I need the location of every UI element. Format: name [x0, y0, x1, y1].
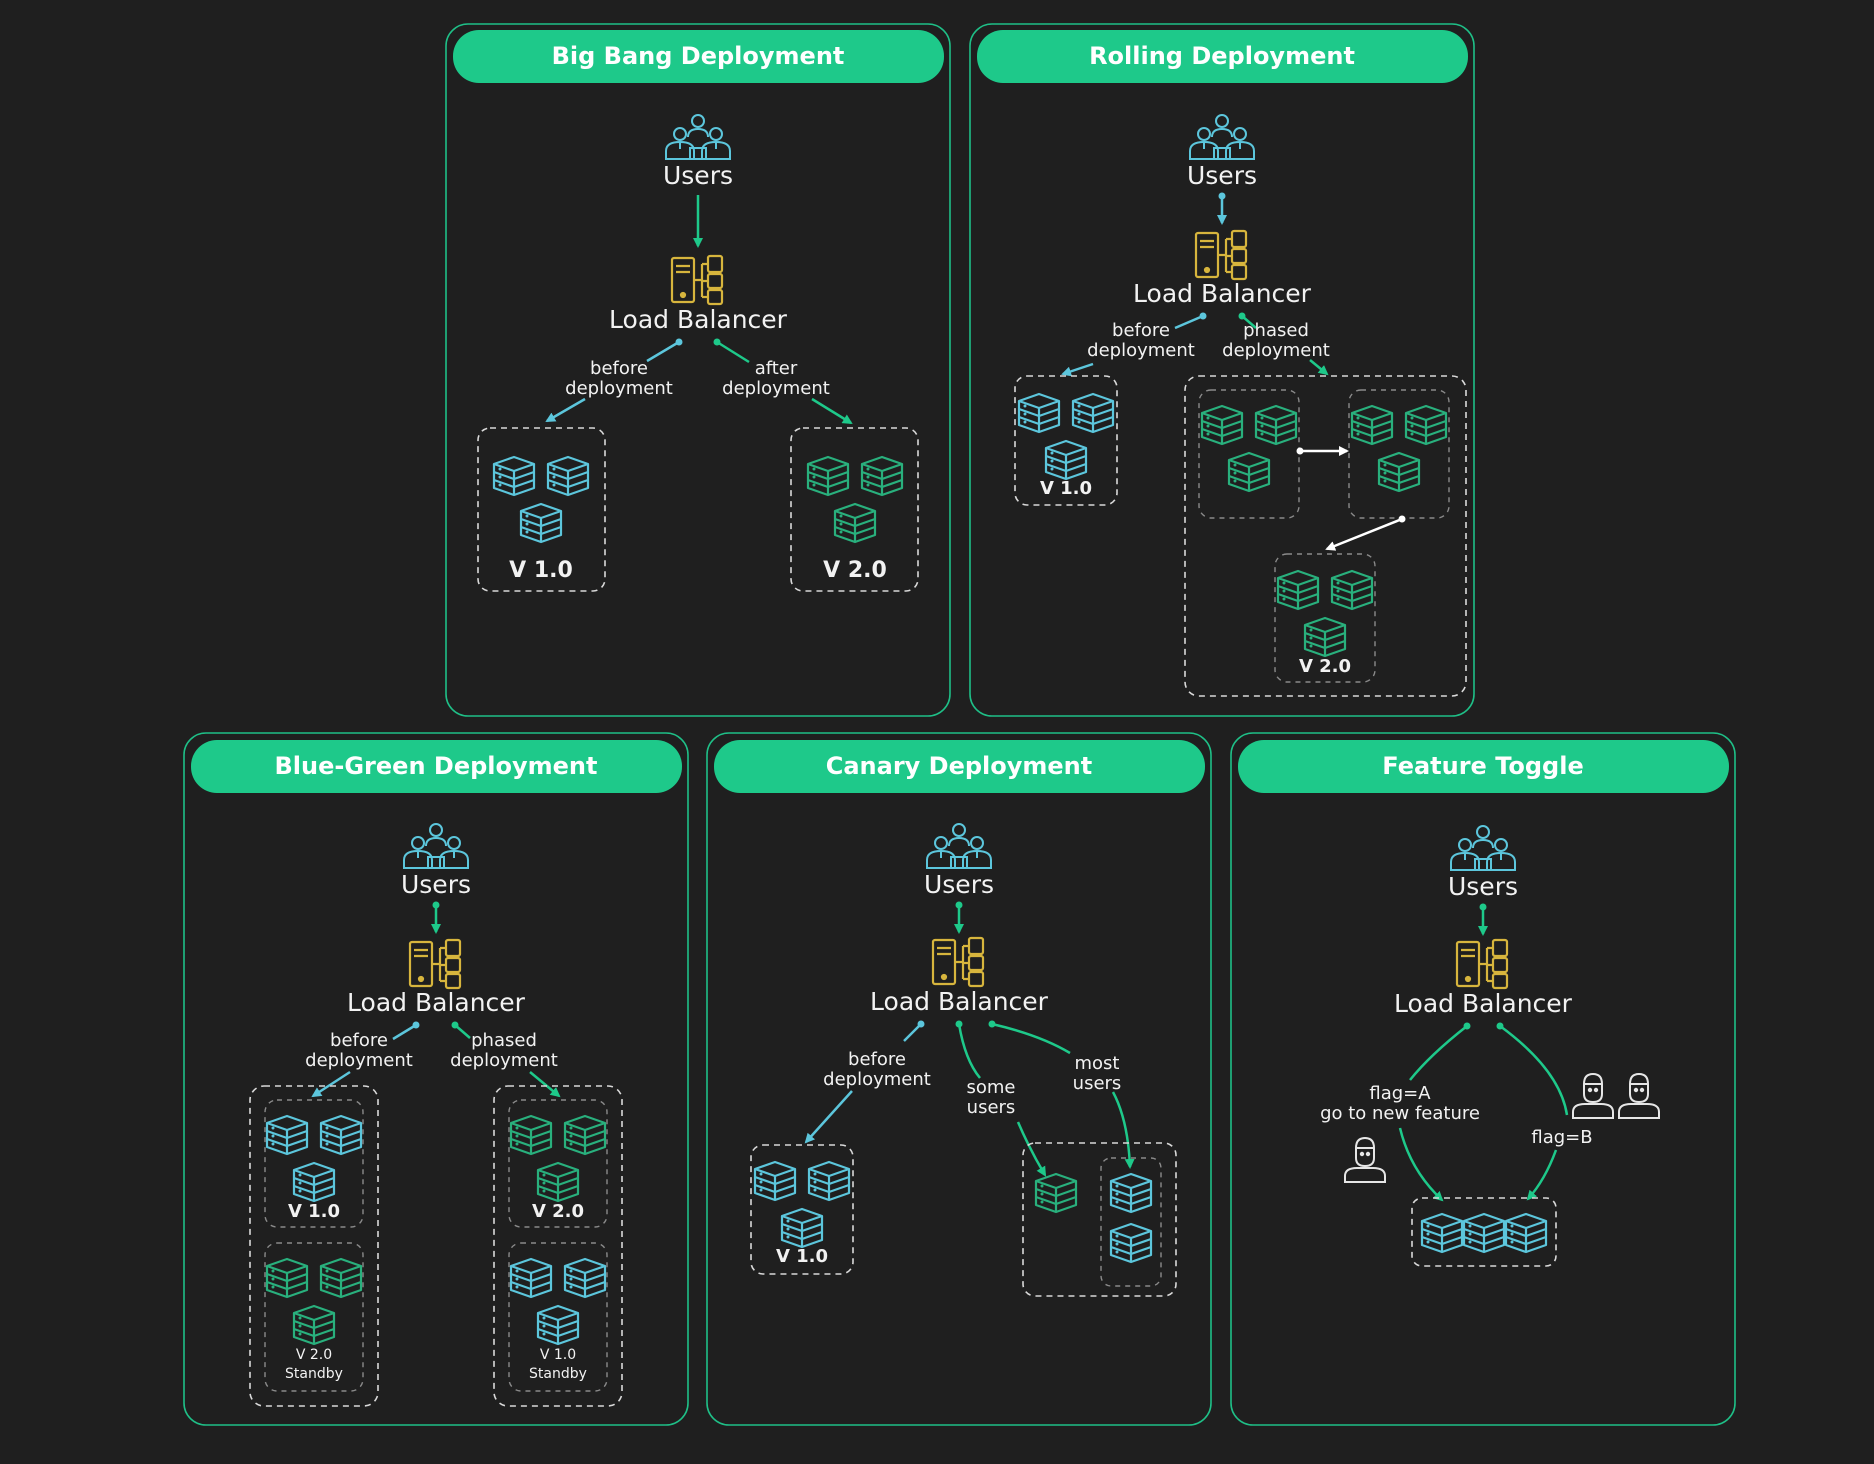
before-arrow [1061, 362, 1094, 377]
after-arrow [811, 397, 853, 425]
server-stack-icon [1352, 406, 1446, 491]
users-group-icon [926, 823, 992, 869]
load-balancer-label: Load Balancer [347, 988, 526, 1017]
before-label: before [848, 1049, 906, 1070]
deployment-label: deployment [305, 1050, 413, 1071]
load-balancer-icon [408, 938, 462, 990]
canary-group-box [1022, 1142, 1177, 1297]
standby-label: Standby [529, 1366, 587, 1382]
load-balancer-label: Load Balancer [870, 987, 1049, 1016]
deployment-label: deployment [450, 1050, 558, 1071]
panel-canary: Canary Deployment Users Load Balancer be… [706, 732, 1212, 1426]
some-users-label: some [967, 1077, 1016, 1098]
some-users-label-2: users [967, 1097, 1016, 1118]
phase-arrow [1325, 517, 1403, 551]
users-group-icon [1189, 114, 1255, 160]
user-icon [1618, 1073, 1660, 1119]
before-label: before [1112, 320, 1170, 341]
phased-arrow [1309, 359, 1329, 376]
server-stack-icon [511, 1259, 605, 1344]
server-stack-icon [1109, 1172, 1153, 1214]
load-balancer-icon [1455, 938, 1509, 990]
load-balancer-label: Load Balancer [609, 305, 788, 334]
active-version-label: V 2.0 [532, 1201, 584, 1222]
flag-b-arrow [1526, 1149, 1558, 1201]
deployment-label: deployment [1087, 340, 1195, 361]
most-users-label: most [1075, 1053, 1120, 1074]
load-balancer-label: Load Balancer [1394, 989, 1573, 1018]
load-balancer-icon [1194, 229, 1248, 281]
most-users-arrow [1111, 1091, 1135, 1169]
users-group-icon [665, 114, 731, 160]
panel-title: Canary Deployment [826, 752, 1093, 780]
v2-label: V 2.0 [823, 558, 887, 583]
phased-label: phased [471, 1030, 537, 1051]
most-users-label-2: users [1073, 1073, 1122, 1094]
before-arrow [311, 1070, 351, 1098]
panel-border [1230, 732, 1736, 1426]
server-stack-icon [494, 457, 588, 542]
before-arrow [804, 1090, 853, 1144]
some-users-arrow [1016, 1121, 1047, 1177]
before-label: before [590, 358, 648, 379]
active-version-label: V 1.0 [288, 1201, 340, 1222]
standby-label: Standby [285, 1366, 343, 1382]
deployment-label: deployment [823, 1069, 931, 1090]
after-label: after [755, 358, 798, 379]
panel-title: Rolling Deployment [1089, 42, 1355, 70]
users-label: Users [924, 870, 994, 899]
before-label: before [330, 1030, 388, 1051]
server-stack-icon [1019, 394, 1113, 479]
panel-title: Big Bang Deployment [552, 42, 845, 70]
panel-blue-green: Blue-Green Deployment Users Load Balance… [183, 732, 689, 1426]
deployment-label: deployment [1222, 340, 1330, 361]
server-stack-icon [1462, 1212, 1506, 1254]
flag-a-description: go to new feature [1320, 1103, 1480, 1124]
server-stack-icon [267, 1116, 361, 1201]
load-balancer-icon [931, 936, 985, 988]
users-label: Users [663, 161, 733, 190]
v1-label: V 1.0 [776, 1246, 828, 1267]
users-group-icon [403, 823, 469, 869]
panel-rolling: Rolling Deployment Users Load Balancer b… [969, 23, 1475, 717]
users-label: Users [401, 870, 471, 899]
panel-big-bang: Big Bang Deployment Users Load Balancer … [445, 23, 951, 717]
server-stack-icon [808, 457, 902, 542]
v2-label: V 2.0 [1299, 656, 1351, 677]
standby-version-label: V 1.0 [540, 1347, 576, 1363]
user-icon [1344, 1137, 1386, 1183]
server-stack-icon [1109, 1222, 1153, 1264]
load-balancer-label: Load Balancer [1133, 279, 1312, 308]
server-stack-icon [1278, 571, 1372, 656]
panel-feature-toggle: Feature Toggle Users Load Balancer flag=… [1230, 732, 1736, 1426]
deployment-strategies-diagram: Big Bang Deployment Users Load Balancer … [183, 23, 1736, 1426]
server-stack-icon [267, 1259, 361, 1344]
server-stack-icon [1034, 1172, 1078, 1214]
load-balancer-icon [670, 254, 724, 306]
users-label: Users [1187, 161, 1257, 190]
before-arrow [545, 397, 586, 423]
deployment-label: deployment [722, 378, 830, 399]
standby-version-label: V 2.0 [296, 1347, 332, 1363]
v1-label: V 1.0 [1040, 478, 1092, 499]
phased-arrow [529, 1071, 561, 1098]
server-stack-icon [511, 1116, 605, 1201]
flag-a-arrow [1398, 1127, 1444, 1202]
server-stack-icon [1202, 406, 1296, 491]
server-stack-icon [1420, 1212, 1464, 1254]
panel-title: Feature Toggle [1382, 752, 1583, 780]
users-group-icon [1450, 825, 1516, 871]
flag-b-label: flag=B [1531, 1127, 1592, 1148]
server-stack-icon [755, 1162, 849, 1247]
v1-label: V 1.0 [509, 558, 573, 583]
user-icon [1572, 1073, 1614, 1119]
phased-label: phased [1243, 320, 1309, 341]
users-label: Users [1448, 872, 1518, 901]
server-stack-icon [1504, 1212, 1548, 1254]
flag-a-label: flag=A [1369, 1083, 1431, 1104]
panel-title: Blue-Green Deployment [275, 752, 598, 780]
deployment-label: deployment [565, 378, 673, 399]
